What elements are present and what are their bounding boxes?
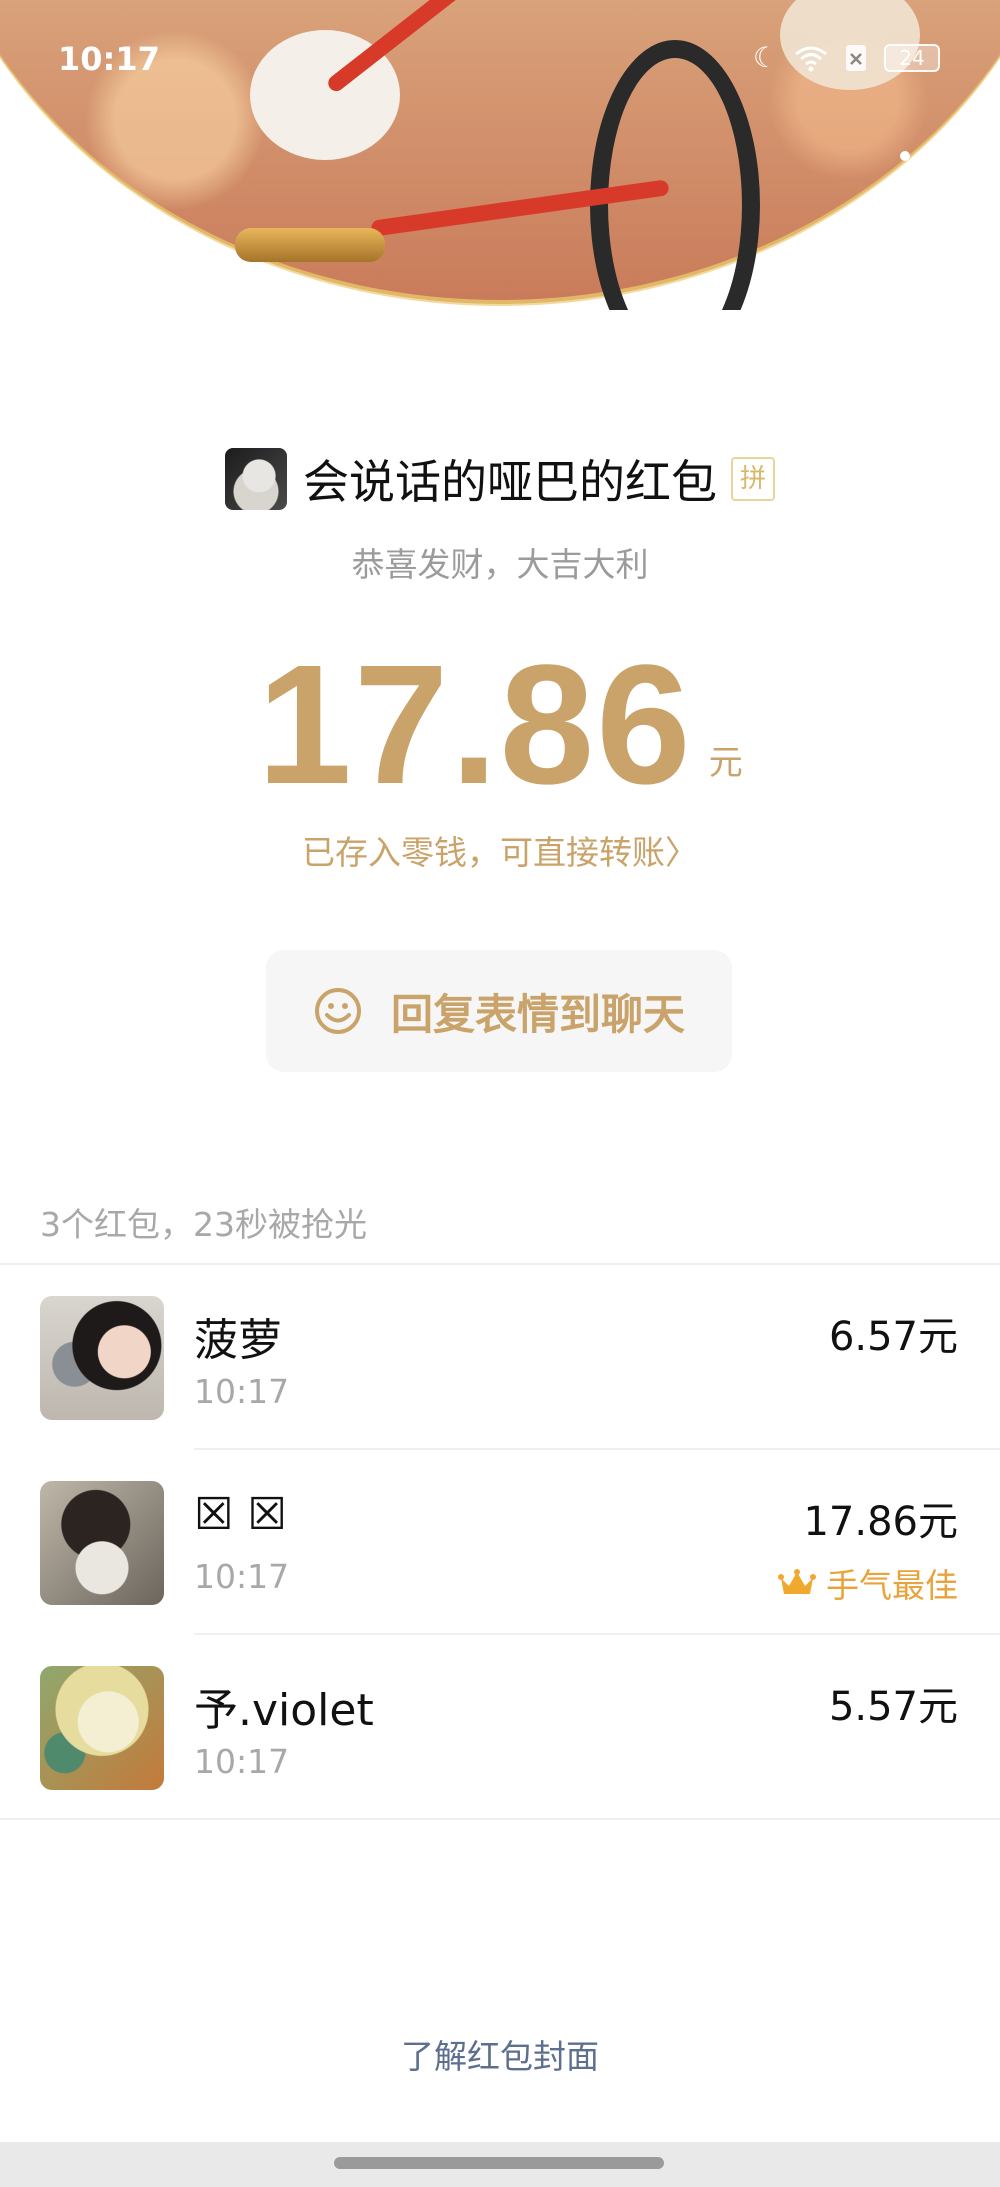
claim-amount: 17.86元	[803, 1499, 958, 1545]
reply-sticker-label: 回复表情到聊天	[390, 989, 685, 1039]
claims-summary: 3个红包，23秒被抢光	[40, 1205, 367, 1244]
learn-cover-link[interactable]: 了解红包封面	[0, 2030, 1000, 2078]
greeting-text: 恭喜发财，大吉大利	[351, 545, 649, 584]
claim-row[interactable]: ☒ ☒ 10:17 17.86元 手气最佳	[0, 1449, 1000, 1633]
avatar[interactable]	[40, 1666, 164, 1790]
more-button[interactable]	[900, 146, 960, 176]
best-luck-label: 手气最佳	[826, 1566, 958, 1605]
pin-badge: 拼	[731, 457, 775, 501]
crown-icon	[778, 1569, 816, 1594]
claim-amount: 5.57元	[828, 1684, 958, 1730]
cover-bike-pedal	[235, 228, 385, 262]
claim-amount: 6.57元	[828, 1314, 958, 1360]
sender-name: 会说话的哑巴的红包	[303, 455, 717, 509]
chevron-left-icon	[36, 142, 58, 184]
moon-icon: ☾	[752, 41, 778, 74]
battery-icon: 24	[884, 44, 940, 72]
claimer-name: 菠萝	[194, 1315, 282, 1366]
cover-banner: 10:17 ☾ 24	[0, 0, 1000, 310]
status-icons: ☾ 24	[753, 42, 940, 74]
sender-row: 会说话的哑巴的红包 拼	[0, 446, 1000, 512]
status-time: 10:17	[58, 40, 160, 78]
claim-time: 10:17	[194, 1557, 290, 1596]
claim-time: 10:17	[194, 1372, 290, 1411]
smiley-icon	[314, 988, 361, 1034]
amount-unit: 元	[708, 743, 743, 783]
sim-off-icon	[846, 45, 866, 71]
reply-sticker-button[interactable]: 回复表情到聊天	[266, 950, 732, 1072]
claimer-name: 予.violet	[194, 1685, 374, 1736]
wifi-icon	[795, 46, 827, 72]
best-luck-badge: 手气最佳	[778, 1559, 958, 1607]
more-dots-icon	[900, 151, 910, 161]
stored-to-change-link[interactable]: 已存入零钱，可直接转账〉	[0, 826, 1000, 874]
avatar[interactable]	[40, 1481, 164, 1605]
amount-row: 17.86 元	[0, 640, 1000, 810]
received-amount: 17.86	[257, 630, 693, 820]
stored-note: 已存入零钱，可直接转账	[302, 833, 665, 872]
avatar[interactable]	[40, 1296, 164, 1420]
claim-row[interactable]: 菠萝 10:17 6.57元	[0, 1264, 1000, 1448]
back-button[interactable]	[28, 138, 68, 188]
list-divider-bottom	[0, 1818, 1000, 1820]
home-indicator[interactable]	[334, 2157, 664, 2169]
chevron-right-icon: 〉	[665, 833, 698, 872]
claimer-name: ☒ ☒	[194, 1489, 287, 1540]
claim-row[interactable]: 予.violet 10:17 5.57元	[0, 1634, 1000, 1818]
claim-time: 10:17	[194, 1742, 290, 1781]
sender-avatar[interactable]	[225, 448, 287, 510]
